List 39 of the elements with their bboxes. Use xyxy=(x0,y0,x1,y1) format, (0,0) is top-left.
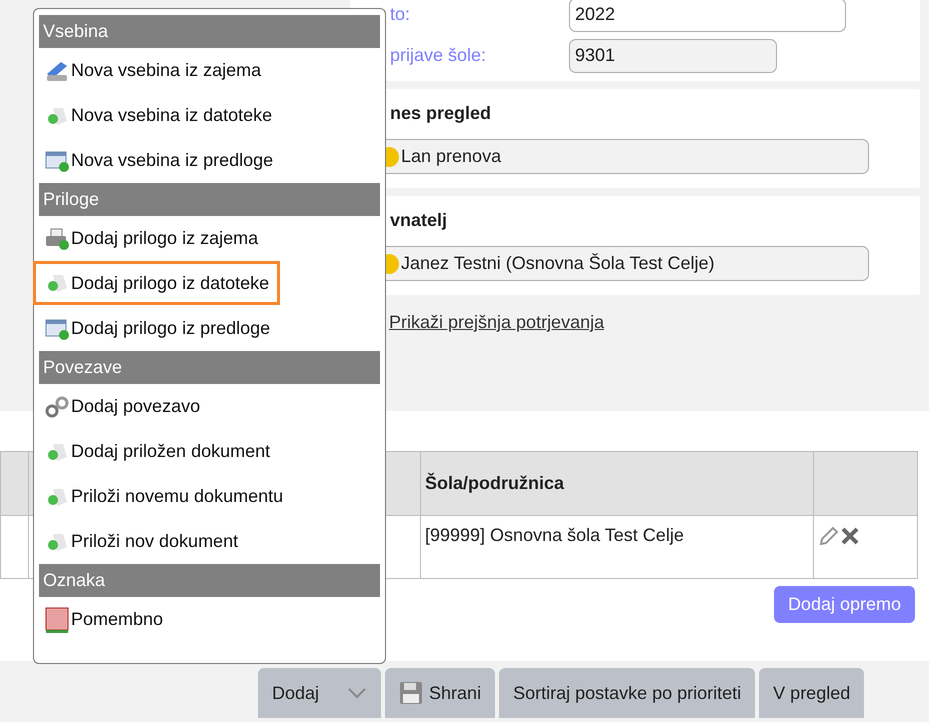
menu-item[interactable]: Pomembno xyxy=(39,597,170,642)
menu-section-header: Vsebina xyxy=(39,15,380,48)
file-icon xyxy=(45,272,69,294)
chevron-down-icon xyxy=(347,687,368,699)
section-heading: nes pregled xyxy=(390,102,492,125)
menu-item[interactable]: Dodaj prilogo iz zajema xyxy=(39,216,264,261)
menu-section-header: Priloge xyxy=(39,183,380,216)
menu-item[interactable]: Dodaj priložen dokument xyxy=(39,429,276,474)
section-heading: vnatelj xyxy=(390,209,448,232)
menu-item[interactable]: Nova vsebina iz zajema xyxy=(39,48,268,93)
value-text: Lan prenova xyxy=(401,145,502,168)
menu-item[interactable]: Dodaj prilogo iz predloge xyxy=(39,306,276,351)
column-header: Šola/podružnica xyxy=(420,452,814,516)
menu-item[interactable]: Dodaj prilogo iz datoteke xyxy=(36,264,278,302)
history-link[interactable]: Prikaži prejšnja potrjevanja xyxy=(389,309,604,336)
menu-item[interactable]: Nova vsebina iz predloge xyxy=(39,138,280,183)
toolbar-button[interactable]: Sortiraj postavke po prioriteti xyxy=(499,668,756,718)
save-icon xyxy=(399,681,424,705)
template-icon xyxy=(45,150,69,172)
menu-item[interactable]: Priloži novemu dokumentu xyxy=(39,474,290,519)
toolbar-button[interactable]: Shrani xyxy=(385,668,496,718)
menu-section-header: Oznaka xyxy=(39,564,380,597)
chain-link-icon xyxy=(45,396,69,418)
scanner-icon xyxy=(45,60,69,82)
input-field[interactable]: 2022 xyxy=(569,0,846,32)
printer-icon xyxy=(45,228,69,250)
template-icon xyxy=(45,318,69,340)
flag-icon xyxy=(45,606,69,632)
table-cell: [99999] Osnovna šola Test Celje xyxy=(420,516,814,578)
field-label: prijave šole: xyxy=(389,44,488,67)
menu-item[interactable]: Nova vsebina iz datoteke xyxy=(39,93,278,138)
edit-icon[interactable] xyxy=(818,525,840,548)
menu-item[interactable]: Dodaj povezavo xyxy=(39,384,206,429)
close-icon[interactable] xyxy=(840,526,860,546)
toolbar-button[interactable]: Dodaj xyxy=(258,668,382,718)
field-label: to: xyxy=(389,3,412,26)
menu-section-header: Povezave xyxy=(39,351,380,384)
value-text: Janez Testni (Osnovna Šola Test Celje) xyxy=(401,252,714,275)
toolbar-button[interactable]: V pregled xyxy=(759,668,864,718)
